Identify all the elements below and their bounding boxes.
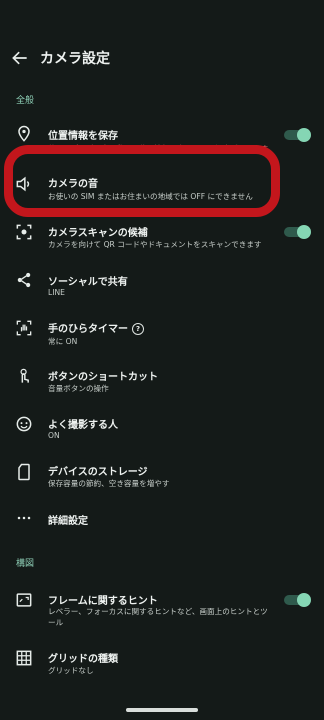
grid-icon — [14, 648, 34, 668]
setting-subtitle: 保存容量の節約、空き容量を増やす — [48, 479, 170, 488]
section-header-composition: 構図 — [16, 559, 35, 569]
more-horizontal-icon — [14, 508, 34, 528]
top-app-bar: カメラ設定 — [0, 38, 324, 78]
framing-hints-toggle[interactable] — [284, 593, 311, 607]
sd-card-icon — [14, 462, 34, 482]
frame-icon — [14, 590, 34, 610]
setting-title: グリッドの種類 — [48, 654, 118, 665]
setting-subtitle: 常に ON — [48, 337, 78, 346]
setting-advanced[interactable]: 詳細設定 — [0, 506, 324, 532]
setting-title: よく撮影する人 — [48, 420, 118, 431]
setting-subtitle: LINE — [48, 288, 65, 297]
setting-title: カメラスキャンの候補 — [48, 228, 148, 239]
setting-title: デバイスのストレージ — [48, 467, 148, 478]
setting-device-storage[interactable]: デバイスのストレージ 保存容量の節約、空き容量を増やす — [0, 460, 324, 500]
setting-subtitle: レベラー、フォーカスに関するヒントなど、画面上のヒントとツール — [48, 607, 268, 627]
share-icon — [14, 270, 34, 290]
setting-subtitle: カメラを向けて QR コードやドキュメントをスキャンできます — [48, 240, 262, 249]
setting-camera-scan[interactable]: カメラスキャンの候補 カメラを向けて QR コードやドキュメントをスキャンできま… — [0, 220, 324, 260]
setting-frequent-faces[interactable]: よく撮影する人 ON — [0, 412, 324, 452]
setting-title: 位置情報を保存 — [48, 131, 118, 142]
setting-subtitle: 音量ボタンの操作 — [48, 384, 109, 393]
setting-grid-type[interactable]: グリッドの種類 グリッドなし — [0, 646, 324, 686]
setting-palm-timer[interactable]: 手のひらタイマー? 常に ON — [0, 316, 324, 356]
help-icon[interactable]: ? — [132, 323, 144, 335]
highlight-annotation — [4, 145, 280, 217]
gesture-nav-bar[interactable] — [126, 708, 198, 712]
face-icon — [14, 414, 34, 434]
setting-subtitle: ON — [48, 431, 60, 440]
setting-title: ソーシャルで共有 — [48, 277, 128, 288]
location-toggle[interactable] — [284, 128, 311, 142]
touch-icon — [14, 366, 34, 386]
setting-title: ボタンのショートカット — [48, 372, 158, 383]
setting-social-share[interactable]: ソーシャルで共有 LINE — [0, 268, 324, 308]
setting-title: 手のひらタイマー? — [48, 320, 144, 335]
setting-button-shortcut[interactable]: ボタンのショートカット 音量ボタンの操作 — [0, 364, 324, 404]
setting-title-text: 手のひらタイマー — [48, 324, 128, 335]
page-title: カメラ設定 — [40, 51, 110, 67]
palm-gesture-icon — [14, 318, 34, 338]
setting-title: フレームに関するヒント — [48, 596, 158, 607]
setting-title: 詳細設定 — [48, 516, 88, 527]
setting-framing-hints[interactable]: フレームに関するヒント レベラー、フォーカスに関するヒントなど、画面上のヒントと… — [0, 588, 324, 628]
back-arrow-icon[interactable] — [10, 48, 30, 68]
setting-subtitle: グリッドなし — [48, 666, 94, 675]
location-pin-icon — [14, 124, 34, 144]
scan-icon — [14, 222, 34, 242]
section-header-general: 全般 — [16, 96, 35, 106]
camera-scan-toggle[interactable] — [284, 225, 311, 239]
